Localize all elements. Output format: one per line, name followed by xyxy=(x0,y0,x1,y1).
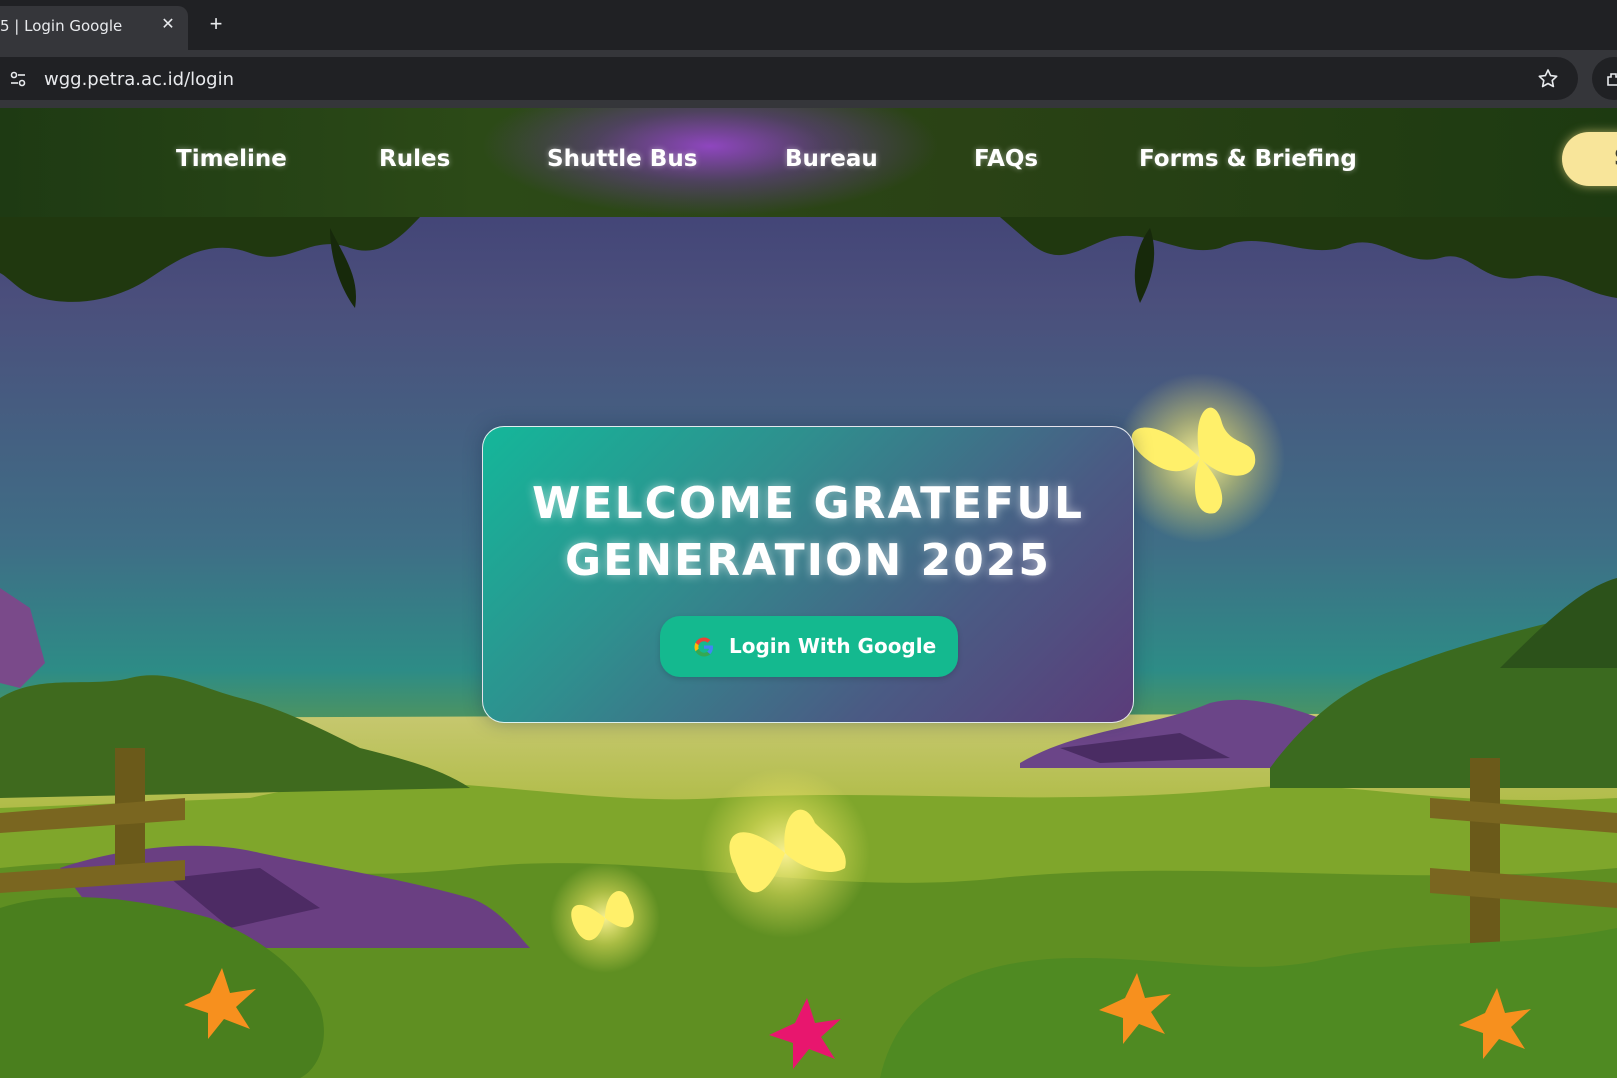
welcome-title: WELCOME GRATEFUL GENERATION 2025 xyxy=(483,475,1133,589)
address-bar[interactable]: wgg.petra.ac.id/login xyxy=(0,57,1578,100)
browser-tabstrip: 5 | Login Google ✕ + xyxy=(0,0,1617,50)
nav-bureau[interactable]: Bureau xyxy=(785,146,878,172)
new-tab-button[interactable]: + xyxy=(204,12,228,36)
star-icon[interactable] xyxy=(1536,67,1560,91)
welcome-title-line2: GENERATION 2025 xyxy=(565,535,1051,586)
welcome-card: WELCOME GRATEFUL GENERATION 2025 Login W… xyxy=(482,426,1134,723)
tab-title: 5 | Login Google xyxy=(0,17,123,35)
tab-close-icon[interactable]: ✕ xyxy=(158,15,178,35)
site-info-icon[interactable] xyxy=(8,69,28,89)
nav-forms-briefing[interactable]: Forms & Briefing xyxy=(1139,146,1357,172)
nav-faqs[interactable]: FAQs xyxy=(974,146,1038,172)
url-text[interactable]: wgg.petra.ac.id/login xyxy=(44,69,234,90)
nav-timeline[interactable]: Timeline xyxy=(176,146,287,172)
login-button-label: Login With Google xyxy=(729,634,937,658)
nav-rules[interactable]: Rules xyxy=(379,146,450,172)
login-with-google-button[interactable]: Login With Google xyxy=(660,616,958,677)
google-icon xyxy=(694,637,713,657)
extension-icon xyxy=(1607,73,1617,86)
welcome-title-line1: WELCOME GRATEFUL xyxy=(531,478,1084,529)
main-navbar: Timeline Rules Shuttle Bus Bureau FAQs F… xyxy=(0,108,1617,217)
browser-toolbar: wgg.petra.ac.id/login xyxy=(0,50,1617,108)
nav-pill-button[interactable]: S xyxy=(1562,132,1617,186)
page-viewport: Timeline Rules Shuttle Bus Bureau FAQs F… xyxy=(0,108,1617,1078)
browser-tab[interactable]: 5 | Login Google ✕ xyxy=(0,6,188,50)
nav-shuttle-bus[interactable]: Shuttle Bus xyxy=(547,146,697,172)
extensions-button[interactable] xyxy=(1592,57,1617,100)
